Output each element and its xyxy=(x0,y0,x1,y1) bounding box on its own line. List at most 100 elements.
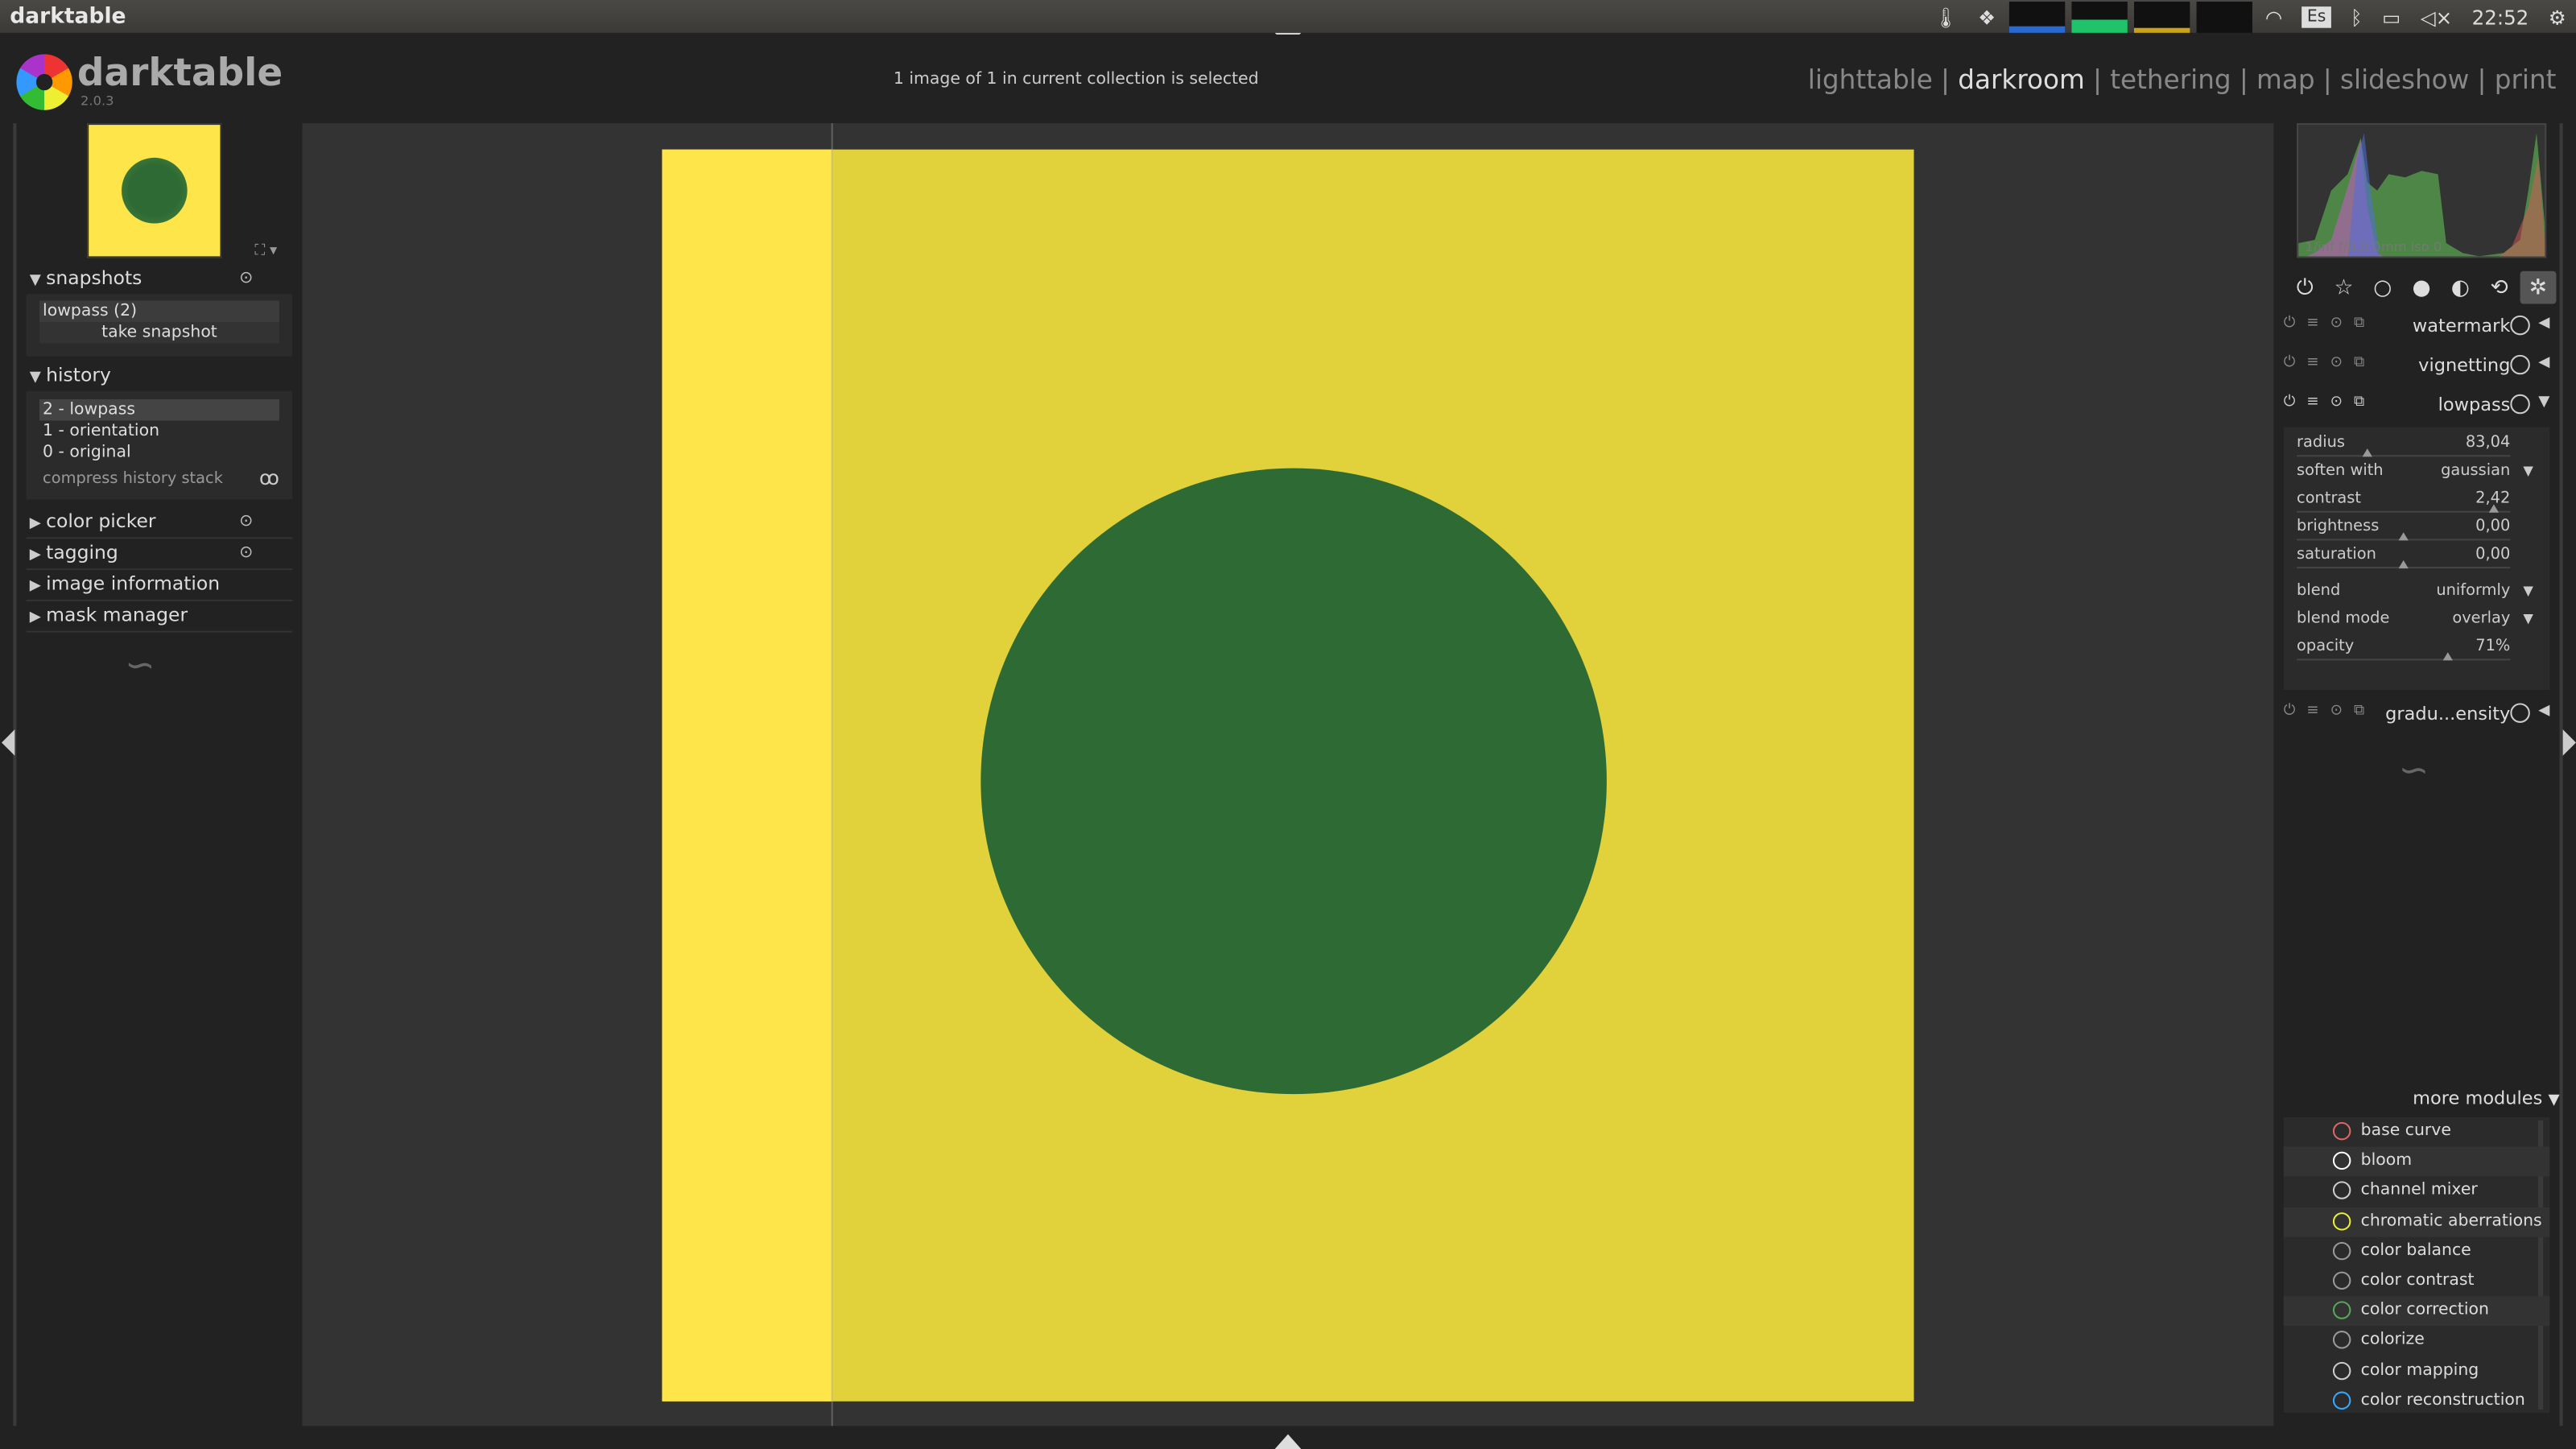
module-graduated-density[interactable]: ⏻ ≡ ⊙ ⧉ gradu...ensity ◀ xyxy=(2281,698,2549,731)
history-item[interactable]: 2 - lowpass xyxy=(39,398,279,421)
clock[interactable]: 22:52 xyxy=(2472,6,2529,29)
snapshot-item[interactable]: lowpass (2) xyxy=(39,300,279,322)
snapshots-title: snapshots xyxy=(46,266,142,290)
module-list-item[interactable]: channel mixer xyxy=(2284,1177,2550,1207)
tagging-header[interactable]: ▶ tagging ⊙ xyxy=(30,540,293,564)
blend-select[interactable]: blend uniformly ▼ xyxy=(2284,580,2550,608)
graduated-density-icon xyxy=(2510,703,2530,723)
module-controls-icon[interactable]: ⏻ ≡ ⊙ ⧉ xyxy=(2284,703,2368,719)
module-list-item[interactable]: color correction xyxy=(2283,1296,2550,1327)
reset-icon[interactable]: ⊙ xyxy=(239,270,253,287)
right-panel-collapse-arrow-icon[interactable] xyxy=(2562,729,2576,756)
volume-muted-icon[interactable]: ◁× xyxy=(2421,6,2452,29)
soften-with-select[interactable]: soften with gaussian ▼ xyxy=(2284,460,2550,488)
module-list-item[interactable]: chromatic aberrations xyxy=(2283,1207,2550,1237)
dropbox-icon[interactable]: ❖ xyxy=(1978,6,1996,29)
color-picker-header[interactable]: ▶ color picker ⊙ xyxy=(30,510,293,533)
wifi-icon[interactable]: ◠ xyxy=(2265,6,2282,29)
bluetooth-icon[interactable]: ᛒ xyxy=(2351,6,2363,29)
slider-knob[interactable] xyxy=(2487,504,2499,513)
correct-group-icon[interactable]: ⟲ xyxy=(2481,271,2517,304)
battery-icon[interactable]: ▭ xyxy=(2382,6,2401,29)
view-map[interactable]: map xyxy=(2256,64,2315,96)
module-list-item[interactable]: base curve xyxy=(2284,1117,2550,1147)
module-list-item[interactable]: bloom xyxy=(2283,1146,2550,1177)
expand-arrow-icon[interactable]: ◀ xyxy=(2538,355,2549,371)
favorites-star-icon[interactable]: ☆ xyxy=(2326,271,2362,304)
left-panel: ⛶ ▾ ▼ snapshots ⊙ lowpass (2) take snapsh… xyxy=(0,123,303,1426)
temperature-icon[interactable]: 🌡 xyxy=(1934,6,1959,29)
collapse-arrow-icon[interactable]: ▼ xyxy=(2538,394,2549,411)
slider-knob[interactable] xyxy=(2398,559,2409,569)
contrast-slider[interactable]: contrast 2,42 xyxy=(2284,488,2550,516)
compress-history-icon[interactable]: ꝏ xyxy=(259,467,279,490)
slider-knob[interactable] xyxy=(2398,532,2409,541)
settings-gear-icon[interactable]: ⚙ xyxy=(2549,6,2566,29)
view-slideshow[interactable]: slideshow xyxy=(2340,64,2469,96)
module-controls-icon[interactable]: ⏻ ≡ ⊙ ⧉ xyxy=(2284,394,2368,411)
module-list-item[interactable]: color mapping xyxy=(2284,1356,2550,1386)
opacity-slider[interactable]: opacity 71% xyxy=(2284,636,2550,664)
module-list-item[interactable]: color balance xyxy=(2284,1236,2550,1266)
more-modules-list[interactable]: base curve bloom channel mixer chromatic ab… xyxy=(2283,1117,2550,1414)
dropdown-arrow-icon[interactable]: ▼ xyxy=(2523,583,2533,597)
module-list-item[interactable]: colorize xyxy=(2284,1327,2550,1356)
module-controls-icon[interactable]: ⏻ ≡ ⊙ ⧉ xyxy=(2284,316,2368,332)
module-list-item[interactable]: color contrast xyxy=(2284,1266,2550,1296)
module-controls-icon[interactable]: ⏻ ≡ ⊙ ⧉ xyxy=(2284,355,2368,371)
image-canvas[interactable] xyxy=(302,123,2274,1426)
view-darkroom[interactable]: darkroom xyxy=(1958,64,2085,96)
color-group-icon[interactable]: ◐ xyxy=(2442,271,2479,304)
network-graph xyxy=(2133,2,2190,33)
module-icon xyxy=(2332,1182,2351,1200)
history-item[interactable]: 1 - orientation xyxy=(39,420,279,442)
slider-knob[interactable] xyxy=(2443,652,2454,661)
histogram[interactable]: 1/inf f/0.0 0mm iso 0 xyxy=(2297,123,2547,258)
contrast-label: contrast xyxy=(2297,489,2362,508)
tone-group-icon[interactable]: ● xyxy=(2404,271,2440,304)
module-lowpass[interactable]: ⏻ ≡ ⊙ ⧉ lowpass ▼ xyxy=(2281,390,2549,423)
module-icon xyxy=(2332,1331,2351,1350)
edited-image[interactable] xyxy=(662,123,1914,1426)
view-lighttable[interactable]: lighttable xyxy=(1808,64,1933,96)
keyboard-layout-indicator[interactable]: Es xyxy=(2301,6,2331,28)
module-vignetting[interactable]: ⏻ ≡ ⊙ ⧉ vignetting ◀ xyxy=(2281,350,2549,383)
brightness-slider[interactable]: brightness 0,00 xyxy=(2284,516,2550,544)
image-information-header[interactable]: ▶ image information xyxy=(30,572,293,595)
take-snapshot-button[interactable]: take snapshot xyxy=(39,321,279,344)
view-tethering[interactable]: tethering xyxy=(2110,64,2231,96)
mask-manager-title: mask manager xyxy=(46,602,188,626)
module-icon xyxy=(2332,1390,2351,1410)
reset-icon[interactable]: ⊙ xyxy=(239,513,253,530)
slider-knob[interactable] xyxy=(2362,448,2372,457)
dropdown-arrow-icon[interactable]: ▼ xyxy=(2523,611,2533,625)
app-version: 2.0.3 xyxy=(80,93,114,109)
compress-history-button[interactable]: compress history stack ꝏ xyxy=(43,467,279,490)
history-header[interactable]: ▼ history xyxy=(30,363,293,386)
navigation-thumbnail[interactable] xyxy=(87,123,222,258)
more-modules-toggle[interactable]: more modules ▼ xyxy=(2273,1088,2559,1109)
split-guide-line[interactable] xyxy=(831,123,833,1426)
mask-manager-header[interactable]: ▶ mask manager xyxy=(30,603,293,626)
basic-group-circle-icon[interactable]: ○ xyxy=(2364,271,2401,304)
module-name: vignetting xyxy=(2418,354,2511,377)
module-watermark[interactable]: ⏻ ≡ ⊙ ⧉ watermark ◀ xyxy=(2281,311,2549,344)
snapshots-header[interactable]: ▼ snapshots ⊙ xyxy=(30,266,293,290)
left-panel-collapse-arrow-icon[interactable] xyxy=(2,729,15,756)
view-print[interactable]: print xyxy=(2495,64,2557,96)
reset-icon[interactable]: ⊙ xyxy=(239,544,253,562)
module-list-item[interactable]: color reconstruction xyxy=(2284,1386,2550,1413)
saturation-slider[interactable]: saturation 0,00 xyxy=(2284,544,2550,572)
expand-arrow-icon[interactable]: ◀ xyxy=(2538,703,2549,719)
radius-slider[interactable]: radius 83,04 xyxy=(2284,432,2550,460)
power-icon[interactable]: ⏻ xyxy=(2287,271,2323,304)
left-panel-border xyxy=(13,123,17,1426)
dropdown-arrow-icon[interactable]: ▼ xyxy=(2523,464,2533,478)
effect-group-icon[interactable]: ✲ xyxy=(2520,270,2557,304)
zoom-fit-icon[interactable]: ⛶ ▾ xyxy=(254,243,277,259)
history-item[interactable]: 0 - original xyxy=(39,442,279,464)
blend-mode-select[interactable]: blend mode overlay ▼ xyxy=(2284,608,2550,636)
expand-arrow-icon[interactable]: ◀ xyxy=(2538,316,2549,332)
exif-info: 1/inf f/0.0 0mm iso 0 xyxy=(2305,239,2442,255)
bottom-panel-collapse-arrow-icon[interactable] xyxy=(1274,1434,1302,1449)
